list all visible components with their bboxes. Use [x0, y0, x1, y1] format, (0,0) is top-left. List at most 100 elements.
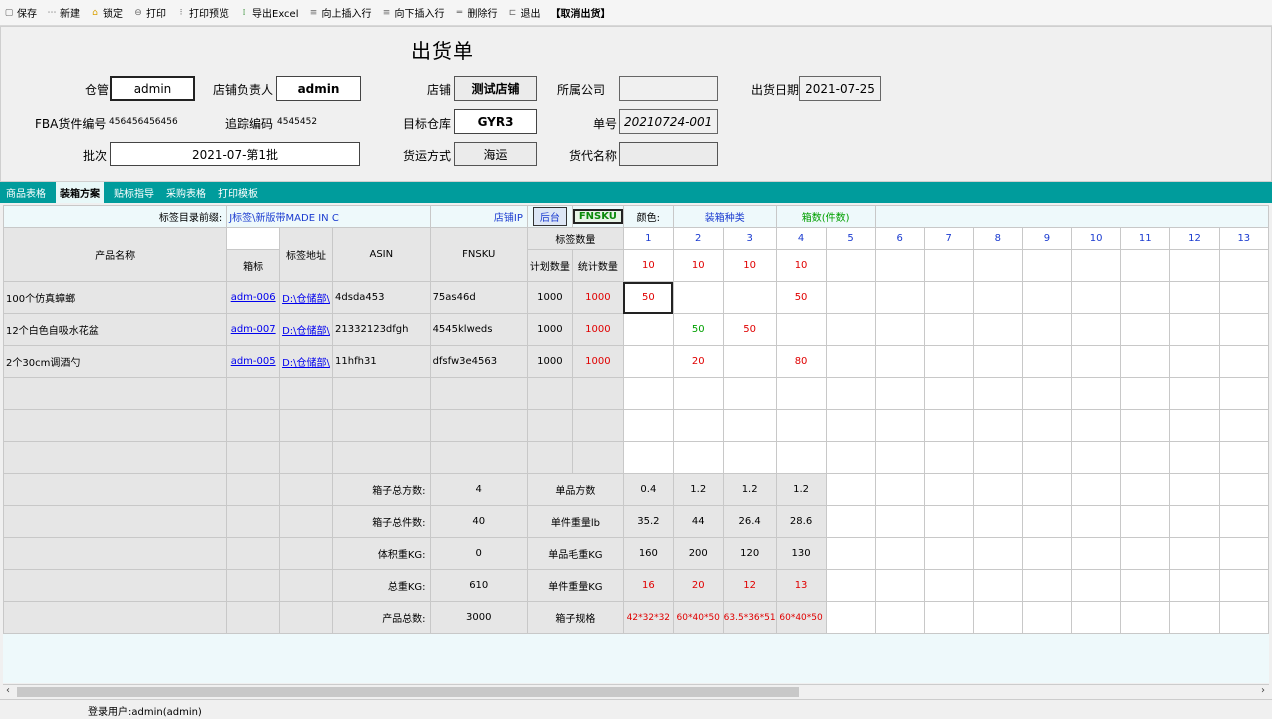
summary-empty-cell[interactable] [1218, 473, 1269, 506]
empty-cell[interactable] [722, 409, 777, 442]
print-preview-button[interactable]: ⁝ 打印预览 [176, 5, 229, 21]
summary-empty-cell[interactable] [1021, 601, 1072, 634]
summary-empty-cell[interactable] [1169, 473, 1220, 506]
box-qty-cell[interactable] [1070, 249, 1122, 282]
tab-product-table[interactable]: 商品表格 [4, 185, 48, 200]
empty-cell[interactable] [1120, 377, 1171, 410]
box-qty-cell[interactable] [972, 345, 1023, 378]
empty-cell[interactable] [226, 377, 281, 410]
summary-empty-cell[interactable] [923, 569, 974, 602]
empty-cell[interactable] [972, 377, 1023, 410]
summary-empty-cell[interactable] [825, 537, 876, 570]
summary-box-value[interactable]: 42*32*32 [622, 601, 674, 634]
empty-cell[interactable] [1218, 377, 1269, 410]
summary-empty-cell[interactable] [972, 569, 1023, 602]
fnsku-button[interactable]: FNSKU [573, 209, 623, 224]
empty-cell[interactable] [1070, 377, 1122, 410]
summary-box-value[interactable]: 35.2 [622, 505, 674, 538]
box-qty-cell[interactable] [923, 281, 974, 314]
summary-empty-cell[interactable] [874, 601, 925, 634]
summary-empty-cell[interactable] [1021, 473, 1072, 506]
box-qty-cell[interactable] [1169, 249, 1220, 282]
delete-row-button[interactable]: ═ 删除行 [455, 5, 498, 21]
insert-above-button[interactable]: ≡ 向上插入行 [309, 5, 372, 21]
save-button[interactable]: ▢ 保存 [4, 5, 37, 21]
summary-empty-cell[interactable] [972, 537, 1023, 570]
summary-empty-cell[interactable] [1169, 537, 1220, 570]
box-qty-cell[interactable] [622, 313, 674, 346]
empty-cell[interactable] [923, 441, 974, 474]
box-qty-cell[interactable]: 50 [622, 281, 674, 314]
summary-empty-cell[interactable] [874, 505, 925, 538]
box-qty-cell[interactable] [1218, 281, 1269, 314]
box-qty-cell[interactable] [874, 249, 925, 282]
tab-print-template[interactable]: 打印模板 [216, 185, 260, 200]
summary-box-value[interactable]: 60*40*50 [672, 601, 724, 634]
box-qty-cell[interactable] [1070, 281, 1122, 314]
box-qty-cell[interactable] [825, 313, 876, 346]
box-label-cell[interactable]: adm-007 [226, 313, 281, 346]
box-qty-cell[interactable] [1021, 345, 1072, 378]
empty-cell[interactable] [1169, 409, 1220, 442]
cancel-shipment-button[interactable]: 【取消出货】 [551, 5, 611, 20]
box-qty-cell[interactable] [1120, 249, 1171, 282]
summary-empty-cell[interactable] [972, 473, 1023, 506]
empty-cell[interactable] [1070, 441, 1122, 474]
new-button[interactable]: ⋯ 新建 [47, 5, 81, 21]
empty-cell[interactable] [1120, 441, 1171, 474]
box-qty-cell[interactable] [1169, 281, 1220, 314]
summary-box-value[interactable]: 1.2 [722, 473, 777, 506]
summary-empty-cell[interactable] [1169, 601, 1220, 634]
box-qty-cell[interactable] [775, 313, 827, 346]
box-qty-cell[interactable]: 80 [775, 345, 827, 378]
empty-cell[interactable] [429, 409, 528, 442]
empty-cell[interactable] [429, 377, 528, 410]
horizontal-scrollbar[interactable]: ‹ › [3, 684, 1269, 699]
summary-empty-cell[interactable] [1218, 537, 1269, 570]
box-qty-cell[interactable] [1218, 249, 1269, 282]
empty-cell[interactable] [571, 377, 624, 410]
box-qty-cell[interactable] [1218, 313, 1269, 346]
summary-empty-cell[interactable] [825, 569, 876, 602]
summary-empty-cell[interactable] [1120, 505, 1171, 538]
empty-cell[interactable] [672, 409, 724, 442]
empty-cell[interactable] [571, 409, 624, 442]
empty-cell[interactable] [1218, 409, 1269, 442]
tab-purchase-table[interactable]: 采购表格 [164, 185, 208, 200]
summary-empty-cell[interactable] [1120, 473, 1171, 506]
empty-cell[interactable] [622, 377, 674, 410]
empty-cell[interactable] [923, 377, 974, 410]
summary-empty-cell[interactable] [1070, 569, 1122, 602]
empty-cell[interactable] [1070, 409, 1122, 442]
scroll-left-icon[interactable]: ‹ [6, 685, 10, 696]
empty-cell[interactable] [332, 441, 431, 474]
box-qty-cell[interactable]: 50 [672, 313, 724, 346]
box-qty-cell[interactable]: 10 [622, 249, 674, 282]
empty-cell[interactable] [279, 377, 334, 410]
summary-box-value[interactable]: 13 [775, 569, 827, 602]
box-qty-cell[interactable] [874, 313, 925, 346]
store-field[interactable]: 测试店铺 [454, 76, 537, 101]
empty-cell[interactable] [672, 441, 724, 474]
summary-box-value[interactable]: 16 [622, 569, 674, 602]
box-qty-cell[interactable] [1021, 313, 1072, 346]
label-address-link[interactable]: D:\仓储部\ [282, 358, 330, 369]
empty-cell[interactable] [279, 409, 334, 442]
box-label-link[interactable]: adm-007 [231, 324, 276, 335]
empty-cell[interactable] [332, 377, 431, 410]
summary-box-value[interactable]: 200 [672, 537, 724, 570]
empty-cell[interactable] [874, 441, 925, 474]
summary-empty-cell[interactable] [1070, 601, 1122, 634]
box-qty-cell[interactable] [825, 281, 876, 314]
summary-empty-cell[interactable] [972, 505, 1023, 538]
summary-box-value[interactable]: 60*40*50 [775, 601, 827, 634]
empty-cell[interactable] [3, 409, 228, 442]
box-qty-cell[interactable]: 10 [775, 249, 827, 282]
box-qty-cell[interactable] [972, 281, 1023, 314]
empty-cell[interactable] [1218, 441, 1269, 474]
print-button[interactable]: ⊖ 打印 [133, 5, 166, 21]
empty-cell[interactable] [775, 441, 827, 474]
summary-box-value[interactable]: 1.2 [775, 473, 827, 506]
box-qty-cell[interactable] [972, 313, 1023, 346]
empty-cell[interactable] [226, 409, 281, 442]
